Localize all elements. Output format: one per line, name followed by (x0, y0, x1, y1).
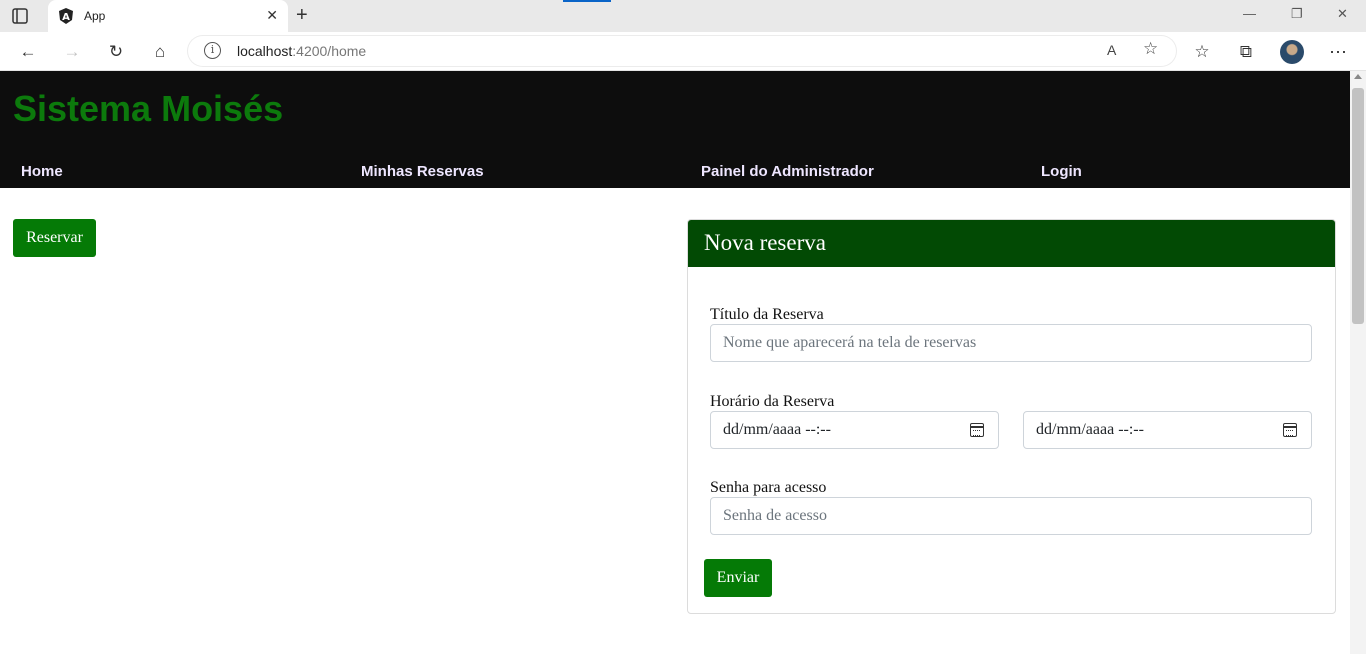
site-brand[interactable]: Sistema Moisés (13, 88, 283, 130)
window-close-icon[interactable]: ✕ (1337, 6, 1348, 22)
titulo-input[interactable]: Nome que aparecerá na tela de reservas (710, 324, 1312, 362)
tab-indicator (563, 0, 611, 2)
horario-inicio-input[interactable]: dd/mm/aaaa --:-- (710, 411, 999, 449)
horario-inicio-value: dd/mm/aaaa --:-- (723, 421, 831, 438)
minimize-icon[interactable]: — (1243, 6, 1256, 21)
nav-home[interactable]: Home (21, 163, 63, 180)
horario-label: Horário da Reserva (710, 393, 835, 410)
browser-tab-bar: A App ✕ + — ❐ ✕ (0, 0, 1366, 32)
home-icon[interactable]: ⌂ (149, 41, 171, 63)
calendar-icon[interactable] (970, 423, 984, 437)
collections-icon[interactable]: ⧉ (1235, 41, 1257, 63)
page-scrollbar[interactable] (1350, 71, 1366, 654)
tab-close-icon[interactable]: ✕ (266, 7, 278, 24)
address-bar[interactable]: i localhost:4200/home A ☆ (188, 36, 1176, 66)
tab-title: App (84, 9, 106, 23)
reload-icon[interactable]: ↻ (105, 41, 127, 63)
site-header: Sistema Moisés Home Minhas Reservas Pain… (0, 71, 1350, 188)
senha-input[interactable]: Senha de acesso (710, 497, 1312, 535)
profile-avatar[interactable] (1280, 40, 1304, 64)
card-title: Nova reserva (704, 230, 826, 255)
site-info-icon[interactable]: i (204, 42, 221, 59)
enviar-button[interactable]: Enviar (704, 559, 772, 597)
add-favorite-icon[interactable]: ☆ (1143, 39, 1158, 59)
nav-minhas-reservas[interactable]: Minhas Reservas (361, 163, 484, 180)
favorites-icon[interactable]: ☆ (1191, 41, 1213, 63)
forward-icon[interactable]: → (61, 41, 83, 63)
tab-actions-icon[interactable] (12, 8, 32, 24)
settings-menu-icon[interactable]: ⋯ (1327, 41, 1349, 63)
new-tab-icon[interactable]: + (296, 4, 308, 26)
card-header: Nova reserva (688, 220, 1335, 267)
horario-fim-input[interactable]: dd/mm/aaaa --:-- (1023, 411, 1312, 449)
restore-icon[interactable]: ❐ (1291, 6, 1303, 22)
address-url[interactable]: localhost:4200/home (237, 43, 366, 59)
back-icon[interactable]: ← (17, 41, 39, 63)
nav-login[interactable]: Login (1041, 163, 1082, 180)
nova-reserva-card: Nova reserva Título da Reserva Nome que … (687, 219, 1336, 614)
svg-text:A: A (62, 12, 70, 23)
browser-tab[interactable]: A App ✕ (48, 0, 288, 32)
browser-toolbar: ← → ↻ ⌂ i localhost:4200/home A ☆ ☆ ⧉ ⋯ (0, 32, 1366, 71)
calendar-icon[interactable] (1283, 423, 1297, 437)
reservar-button[interactable]: Reservar (13, 219, 96, 257)
nav-painel-administrador[interactable]: Painel do Administrador (701, 163, 874, 180)
read-aloud-icon[interactable]: A (1107, 42, 1116, 58)
titulo-label: Título da Reserva (710, 306, 824, 323)
senha-label: Senha para acesso (710, 479, 827, 496)
scroll-thumb[interactable] (1352, 88, 1364, 324)
angular-favicon-icon: A (58, 8, 74, 24)
scroll-up-icon[interactable] (1354, 74, 1362, 79)
horario-fim-value: dd/mm/aaaa --:-- (1036, 421, 1144, 438)
